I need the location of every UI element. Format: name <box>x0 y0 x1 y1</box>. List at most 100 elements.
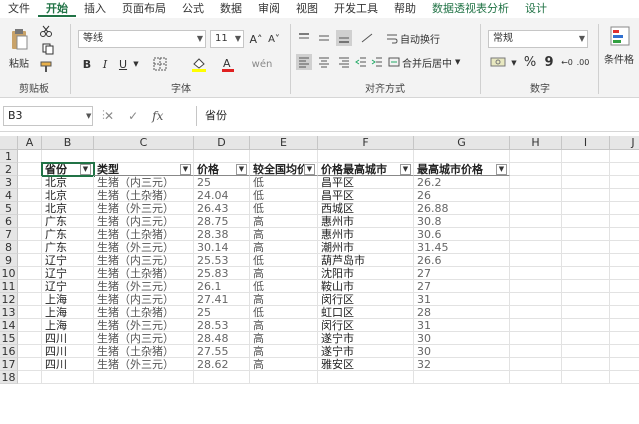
cell-b13[interactable]: 上海 <box>42 306 94 319</box>
cell-h16[interactable] <box>510 345 562 358</box>
cell-e15[interactable]: 高 <box>250 332 318 345</box>
cell-a16[interactable] <box>18 345 42 358</box>
cell-b7[interactable]: 广东 <box>42 228 94 241</box>
row-header-1[interactable]: 1 <box>0 150 18 163</box>
align-center-icon[interactable] <box>316 54 332 70</box>
cell-c1[interactable] <box>94 150 194 163</box>
cell-f1[interactable] <box>318 150 414 163</box>
cell-f11[interactable]: 鞍山市 <box>318 280 414 293</box>
cell-b1[interactable] <box>42 150 94 163</box>
cell-c18[interactable] <box>94 371 194 384</box>
cell-i7[interactable] <box>562 228 610 241</box>
cell-d12[interactable]: 27.41 <box>194 293 250 306</box>
row-header-4[interactable]: 4 <box>0 189 18 202</box>
underline-button[interactable]: U <box>116 56 130 72</box>
row-header-9[interactable]: 9 <box>0 254 18 267</box>
cell-i11[interactable] <box>562 280 610 293</box>
decrease-indent-icon[interactable] <box>354 54 368 70</box>
cell-e3[interactable]: 低 <box>250 176 318 189</box>
cell-f8[interactable]: 潮州市 <box>318 241 414 254</box>
cell-f4[interactable]: 昌平区 <box>318 189 414 202</box>
row-header-8[interactable]: 8 <box>0 241 18 254</box>
cell-d1[interactable] <box>194 150 250 163</box>
cell-g16[interactable]: 30 <box>414 345 510 358</box>
worksheet-grid[interactable]: A B C D E F G H I J 1 2 省份 ▼ 类型 ▼ 价格 ▼ 较全国均价 ▼ 价格最高城市 ▼ 最高城市价格… <box>0 136 639 424</box>
cell-b9[interactable]: 辽宁 <box>42 254 94 267</box>
cell-b8[interactable]: 广东 <box>42 241 94 254</box>
align-top-icon[interactable] <box>296 30 312 46</box>
cell-b12[interactable]: 上海 <box>42 293 94 306</box>
cell-f14[interactable]: 闵行区 <box>318 319 414 332</box>
column-header-f[interactable]: F <box>318 136 414 150</box>
phonetic-icon[interactable]: wén <box>252 56 273 72</box>
cell-h18[interactable] <box>510 371 562 384</box>
cell-a18[interactable] <box>18 371 42 384</box>
cell-h8[interactable] <box>510 241 562 254</box>
tab-7[interactable]: 视图 <box>288 0 326 17</box>
cell-a15[interactable] <box>18 332 42 345</box>
cell-c8[interactable]: 生猪（外三元） <box>94 241 194 254</box>
tab-1[interactable]: 开始 <box>38 0 76 17</box>
cell-g17[interactable]: 32 <box>414 358 510 371</box>
cell-f9[interactable]: 葫芦岛市 <box>318 254 414 267</box>
cell-h17[interactable] <box>510 358 562 371</box>
cell-a3[interactable] <box>18 176 42 189</box>
cell-a9[interactable] <box>18 254 42 267</box>
enter-icon[interactable]: ✓ <box>128 109 138 123</box>
cell-d9[interactable]: 25.53 <box>194 254 250 267</box>
shrink-font-button[interactable]: A˅ <box>266 30 282 48</box>
select-all-corner[interactable] <box>0 136 18 150</box>
row-header-10[interactable]: 10 <box>0 267 18 280</box>
cell-i13[interactable] <box>562 306 610 319</box>
cell-j7[interactable] <box>610 228 639 241</box>
cell-h11[interactable] <box>510 280 562 293</box>
cell-c13[interactable]: 生猪（土杂猪） <box>94 306 194 319</box>
cell-c2[interactable]: 类型 ▼ <box>94 163 194 176</box>
cell-j5[interactable] <box>610 202 639 215</box>
cell-f13[interactable]: 虹口区 <box>318 306 414 319</box>
cell-g4[interactable]: 26 <box>414 189 510 202</box>
cell-a10[interactable] <box>18 267 42 280</box>
tab-3[interactable]: 页面布局 <box>114 0 174 17</box>
italic-button[interactable]: I <box>98 56 112 72</box>
cell-i1[interactable] <box>562 150 610 163</box>
cell-i10[interactable] <box>562 267 610 280</box>
cell-h10[interactable] <box>510 267 562 280</box>
row-header-11[interactable]: 11 <box>0 280 18 293</box>
cell-b4[interactable]: 北京 <box>42 189 94 202</box>
cell-d10[interactable]: 25.83 <box>194 267 250 280</box>
filter-dropdown-icon[interactable]: ▼ <box>80 164 91 175</box>
bold-button[interactable]: B <box>80 56 94 72</box>
orientation-icon[interactable] <box>358 30 376 46</box>
cell-h14[interactable] <box>510 319 562 332</box>
cell-g6[interactable]: 30.8 <box>414 215 510 228</box>
cell-a13[interactable] <box>18 306 42 319</box>
cell-j6[interactable] <box>610 215 639 228</box>
cell-b17[interactable]: 四川 <box>42 358 94 371</box>
cell-i15[interactable] <box>562 332 610 345</box>
percent-button[interactable]: % <box>522 54 538 70</box>
cell-h7[interactable] <box>510 228 562 241</box>
cell-j8[interactable] <box>610 241 639 254</box>
cell-i6[interactable] <box>562 215 610 228</box>
increase-indent-icon[interactable] <box>370 54 384 70</box>
cell-e2[interactable]: 较全国均价 ▼ <box>250 163 318 176</box>
cell-a14[interactable] <box>18 319 42 332</box>
tab-6[interactable]: 审阅 <box>250 0 288 17</box>
column-header-h[interactable]: H <box>510 136 562 150</box>
cell-h13[interactable] <box>510 306 562 319</box>
cell-a5[interactable] <box>18 202 42 215</box>
comma-style-button[interactable]: 9 <box>542 54 556 70</box>
cell-h1[interactable] <box>510 150 562 163</box>
column-header-e[interactable]: E <box>250 136 318 150</box>
tab-10[interactable]: 数据透视表分析 <box>424 0 517 17</box>
cell-a11[interactable] <box>18 280 42 293</box>
cell-j16[interactable] <box>610 345 639 358</box>
wrap-text-button[interactable]: 自动换行 <box>400 30 456 46</box>
align-bottom-icon[interactable] <box>336 30 352 46</box>
cell-e8[interactable]: 高 <box>250 241 318 254</box>
tab-5[interactable]: 数据 <box>212 0 250 17</box>
font-family-select[interactable]: 等线 ▼ <box>78 30 206 48</box>
cell-f7[interactable]: 惠州市 <box>318 228 414 241</box>
grow-font-button[interactable]: A˄ <box>248 30 264 48</box>
